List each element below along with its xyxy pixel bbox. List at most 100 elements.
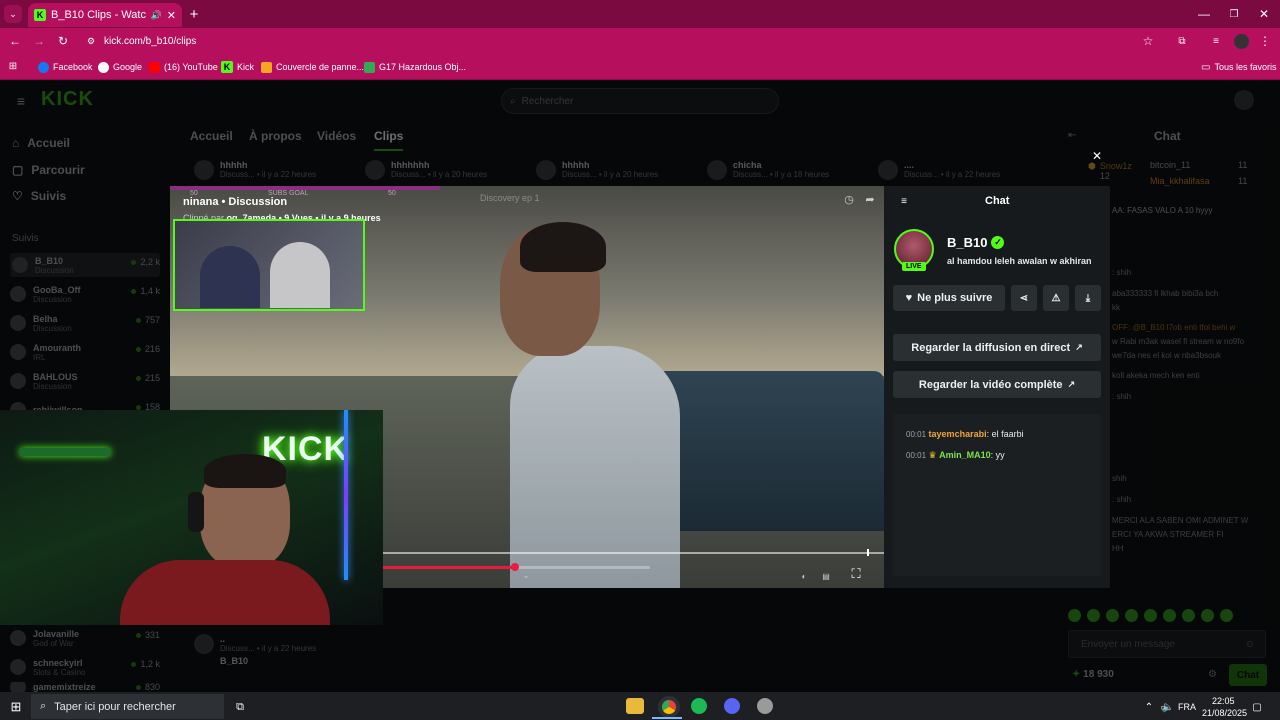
discord-icon[interactable] <box>724 698 740 714</box>
share-button[interactable]: ⋖ <box>1011 285 1037 311</box>
notifications-icon[interactable]: ▢ <box>1251 701 1263 713</box>
folder-icon: ▭ <box>1201 61 1211 73</box>
unfollow-button[interactable]: ♥ Ne plus suivre <box>893 285 1005 311</box>
download-button[interactable]: ⤓ <box>1075 285 1101 311</box>
embedded-person <box>270 242 330 308</box>
chat-username[interactable]: Amin_MA10 <box>939 450 991 460</box>
warning-icon: ⚠ <box>1051 292 1061 304</box>
search-icon: ⌕ <box>40 700 47 712</box>
subs-goal-right: 50 <box>388 190 396 197</box>
facebook-icon <box>38 61 49 73</box>
file-explorer-icon[interactable] <box>626 698 644 714</box>
window-restore-button[interactable]: ❐ <box>1226 6 1242 22</box>
window-minimize-button[interactable]: — <box>1196 6 1212 22</box>
forward-arrow-icon[interactable]: → <box>32 34 46 48</box>
webcam-overlay: KICK <box>0 410 383 625</box>
window-close-button[interactable]: ✕ <box>1256 6 1272 22</box>
browser-tab-strip: ⌄ K B_B10 Clips - Watch Live o 🔊 ✕ + — ❐… <box>0 0 1280 28</box>
clock-time[interactable]: 22:05 <box>1212 696 1235 706</box>
tab-title: B_B10 Clips - Watch Live o <box>51 9 146 21</box>
bookmark-kick[interactable]: K Kick <box>221 60 254 74</box>
bookmark-facebook[interactable]: Facebook <box>38 60 93 74</box>
bookmark-star-icon[interactable]: ☆ <box>1141 34 1155 48</box>
browser-menu-icon[interactable]: ⋮ <box>1259 34 1271 48</box>
profile-avatar[interactable] <box>1234 34 1249 49</box>
report-button[interactable]: ⚠ <box>1043 285 1069 311</box>
share-arrow-icon[interactable]: ➦ <box>864 193 876 206</box>
task-view-icon[interactable]: ⧉ <box>233 700 247 714</box>
media-control-icon[interactable]: ≡ <box>1209 34 1223 48</box>
chat-message: 00:01 ♛ Amin_MA10: yy <box>906 450 1005 460</box>
download-icon: ⤓ <box>1085 292 1091 304</box>
crown-badge-icon: ♛ <box>928 450 937 460</box>
watch-full-video-button[interactable]: Regarder la vidéo complète ↗ <box>893 371 1101 398</box>
extensions-icon[interactable]: ⧉ <box>1175 34 1189 48</box>
address-bar-row: ← → ↻ ⚙ kick.com/b_b10/clips ☆ ⧉ ≡ ⋮ <box>0 28 1280 56</box>
all-bookmarks[interactable]: ▭ Tous les favoris <box>1201 60 1276 74</box>
bookmark-youtube[interactable]: (16) YouTube <box>149 60 218 74</box>
windows-start-icon[interactable]: ⊞ <box>9 699 23 714</box>
speaker-icon[interactable]: 🔊 <box>151 10 162 21</box>
apps-grid-icon[interactable]: ⊞ <box>7 60 19 72</box>
loop-marker <box>867 549 869 556</box>
chevron-down-icon[interactable]: ⌄ <box>521 570 531 580</box>
tab-search-button[interactable]: ⌄ <box>4 5 22 23</box>
tab-close-icon[interactable]: ✕ <box>167 9 176 22</box>
live-badge: LIVE <box>902 262 926 271</box>
subs-goal-bar <box>170 186 440 190</box>
webcam-rgb-bar <box>20 448 110 456</box>
fullscreen-icon[interactable]: ⛶ <box>848 566 864 582</box>
modal-close-icon[interactable]: ✕ <box>1091 149 1103 163</box>
kick-favicon-icon: K <box>34 9 46 21</box>
app-icon[interactable] <box>757 698 773 714</box>
subs-goal-label: SUBS GOAL <box>268 190 309 197</box>
embedded-person <box>200 246 260 308</box>
taskbar-active-indicator <box>652 717 682 719</box>
browser-tab-active[interactable]: K B_B10 Clips - Watch Live o 🔊 ✕ <box>28 3 182 27</box>
webcam-led-strip <box>344 410 348 580</box>
volume-icon[interactable]: 🔈 <box>1162 701 1174 713</box>
external-link-icon: ↗ <box>1067 379 1076 389</box>
shop-icon <box>261 61 272 73</box>
reload-icon[interactable]: ↻ <box>56 34 70 48</box>
kick-icon: K <box>221 61 233 73</box>
tray-chevron-up-icon[interactable]: ⌃ <box>1144 701 1154 713</box>
site-info-icon[interactable]: ⚙ <box>85 35 97 47</box>
bookmark-couvercle[interactable]: Couvercle de panne... <box>261 60 364 74</box>
chat-collapse-icon[interactable]: ≡ <box>898 195 910 207</box>
watch-live-button[interactable]: Regarder la diffusion en direct ↗ <box>893 334 1101 361</box>
clip-title: ninana • Discussion <box>183 196 288 208</box>
webcam-streamer-body <box>120 560 330 625</box>
bookmark-google[interactable]: Google <box>98 60 142 74</box>
clip-title-background: Discovery ep 1 <box>480 193 540 203</box>
channel-name[interactable]: B_B10 ✓ <box>947 235 1005 250</box>
google-icon <box>98 61 109 73</box>
heart-icon: ♥ <box>905 292 913 304</box>
spotify-icon[interactable] <box>691 698 707 714</box>
bookmark-g17[interactable]: G17 Hazardous Obj... <box>364 60 466 74</box>
clip-progress-knob[interactable] <box>511 563 519 571</box>
toggle-icon[interactable]: ◐ <box>797 571 811 581</box>
back-arrow-icon[interactable]: ← <box>8 34 22 48</box>
clip-chat-panel: ≡ Chat LIVE B_B10 ✓ al hamdou leleh awal… <box>884 186 1110 588</box>
clock-date[interactable]: 21/08/2025 <box>1202 708 1247 718</box>
clip-progress-fill <box>375 566 515 569</box>
webcam-headphones <box>188 492 204 532</box>
share-icon: ⋖ <box>1019 292 1029 304</box>
sheet-icon <box>364 61 375 73</box>
captions-icon[interactable]: ▤ <box>820 571 832 581</box>
youtube-icon <box>149 61 160 73</box>
clip-chat-header: Chat <box>985 195 1010 207</box>
verified-badge-icon: ✓ <box>991 236 1005 249</box>
chrome-icon[interactable] <box>658 696 680 718</box>
chat-message: 00:01 tayemcharabi: el faarbi <box>906 429 1024 439</box>
chat-username[interactable]: tayemcharabi <box>929 429 987 439</box>
watch-later-icon[interactable]: ◷ <box>843 193 855 206</box>
webcam-streamer-hair <box>204 454 286 488</box>
url-field[interactable]: kick.com/b_b10/clips <box>104 36 196 47</box>
stream-title: al hamdou leleh awalan w akhiran <box>947 256 1092 266</box>
taskbar-search[interactable]: ⌕ Taper ici pour rechercher <box>31 694 224 719</box>
external-link-icon: ↗ <box>1075 342 1083 352</box>
new-tab-button[interactable]: + <box>186 6 202 23</box>
language-indicator[interactable]: FRA <box>1178 702 1196 712</box>
